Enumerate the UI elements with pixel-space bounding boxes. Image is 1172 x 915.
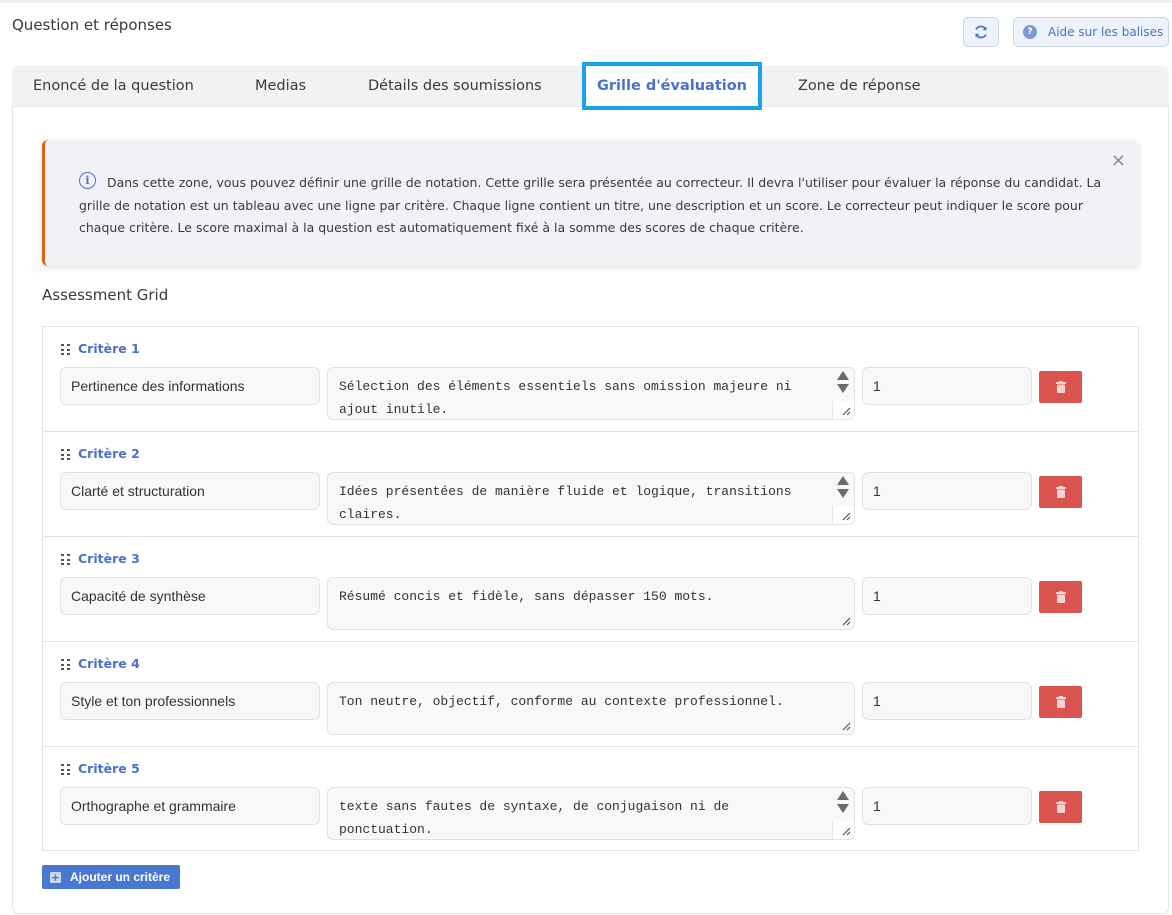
drag-handle-icon[interactable]	[61, 659, 70, 671]
criterion-description-textarea[interactable]: Ton neutre, objectif, conforme au contex…	[327, 682, 855, 735]
criterion-score-input[interactable]: 1	[862, 682, 1032, 720]
trash-icon	[1055, 486, 1066, 498]
delete-criterion-button[interactable]	[1039, 581, 1082, 613]
trash-icon	[1055, 801, 1066, 813]
alert-text: Dans cette zone, vous pouvez définir une…	[79, 175, 1102, 235]
criterion-label: Critère 4	[78, 656, 140, 671]
criterion-description-text: texte sans fautes de syntaxe, de conjuga…	[339, 799, 730, 837]
criterion-label: Critère 2	[78, 446, 140, 461]
trash-icon	[1055, 591, 1066, 603]
tab-details-soumissions[interactable]: Détails des soumissions	[368, 66, 542, 106]
criterion-title-input[interactable]: Style et ton professionnels	[60, 682, 320, 720]
trash-icon	[1055, 696, 1066, 708]
plus-icon: +	[50, 870, 61, 884]
resize-grip-icon[interactable]	[840, 510, 851, 521]
criterion-title-input[interactable]: Pertinence des informations	[60, 367, 320, 405]
criterion-description-text: Résumé concis et fidèle, sans dépasser 1…	[339, 589, 714, 604]
criterion-label: Critère 1	[78, 341, 140, 356]
criterion-description-text: Sélection des éléments essentiels sans o…	[339, 379, 792, 417]
delete-criterion-button[interactable]	[1039, 791, 1082, 823]
criterion-score-input[interactable]: 1	[862, 577, 1032, 615]
resize-grip-icon[interactable]	[840, 405, 851, 416]
criterion-label: Critère 5	[78, 761, 140, 776]
top-divider	[0, 0, 1172, 3]
criterion-description-textarea[interactable]: Idées présentées de manière fluide et lo…	[327, 472, 855, 525]
criterion-description-textarea[interactable]: Résumé concis et fidèle, sans dépasser 1…	[327, 577, 855, 630]
close-icon[interactable]: ×	[1111, 150, 1126, 171]
criterion-description-text: Ton neutre, objectif, conforme au contex…	[339, 694, 784, 709]
info-alert: i Dans cette zone, vous pouvez définir u…	[42, 140, 1139, 266]
criterion-row: Critère 3 Capacité de synthèse Résumé co…	[43, 537, 1138, 642]
section-title: Assessment Grid	[42, 286, 169, 304]
resize-grip-icon[interactable]	[840, 720, 851, 731]
criterion-row: Critère 5 Orthographe et grammaire texte…	[43, 747, 1138, 852]
criterion-title-input[interactable]: Capacité de synthèse	[60, 577, 320, 615]
tab-enonce[interactable]: Enoncé de la question	[33, 66, 194, 106]
tab-grille-evaluation[interactable]: Grille d'évaluation	[582, 62, 762, 110]
criterion-row: Critère 4 Style et ton professionnels To…	[43, 642, 1138, 747]
criterion-description-text: Idées présentées de manière fluide et lo…	[339, 484, 792, 522]
delete-criterion-button[interactable]	[1039, 371, 1082, 403]
drag-handle-icon[interactable]	[61, 449, 70, 461]
criterion-label: Critère 3	[78, 551, 140, 566]
criterion-description-textarea[interactable]: texte sans fautes de syntaxe, de conjuga…	[327, 787, 855, 840]
page-title: Question et réponses	[12, 16, 172, 34]
add-criterion-label: Ajouter un critère	[70, 870, 171, 884]
textarea-scroll-arrows[interactable]	[836, 791, 850, 817]
question-circle-icon: ?	[1023, 25, 1037, 39]
criterion-score-input[interactable]: 1	[862, 472, 1032, 510]
drag-handle-icon[interactable]	[61, 344, 70, 356]
criterion-description-textarea[interactable]: Sélection des éléments essentiels sans o…	[327, 367, 855, 420]
tab-zone-reponse[interactable]: Zone de réponse	[798, 66, 921, 106]
criterion-score-input[interactable]: 1	[862, 787, 1032, 825]
help-tags-button[interactable]: ? Aide sur les balises	[1013, 17, 1169, 47]
criterion-title-input[interactable]: Clarté et structuration	[60, 472, 320, 510]
criterion-title-input[interactable]: Orthographe et grammaire	[60, 787, 320, 825]
criterion-row: Critère 1 Pertinence des informations Sé…	[43, 327, 1138, 432]
delete-criterion-button[interactable]	[1039, 476, 1082, 508]
refresh-button[interactable]	[963, 17, 999, 47]
resize-grip-icon[interactable]	[840, 615, 851, 626]
criterion-score-input[interactable]: 1	[862, 367, 1032, 405]
add-criterion-button[interactable]: + Ajouter un critère	[42, 865, 180, 889]
drag-handle-icon[interactable]	[61, 764, 70, 776]
help-tags-label: Aide sur les balises	[1048, 25, 1164, 39]
textarea-scroll-arrows[interactable]	[836, 371, 850, 397]
tab-medias[interactable]: Medias	[255, 66, 306, 106]
criteria-grid: Critère 1 Pertinence des informations Sé…	[42, 326, 1139, 851]
textarea-scroll-arrows[interactable]	[836, 476, 850, 502]
resize-grip-icon[interactable]	[840, 825, 851, 836]
drag-handle-icon[interactable]	[61, 554, 70, 566]
criterion-row: Critère 2 Clarté et structuration Idées …	[43, 432, 1138, 537]
refresh-icon	[975, 25, 987, 39]
trash-icon	[1055, 381, 1066, 393]
delete-criterion-button[interactable]	[1039, 686, 1082, 718]
